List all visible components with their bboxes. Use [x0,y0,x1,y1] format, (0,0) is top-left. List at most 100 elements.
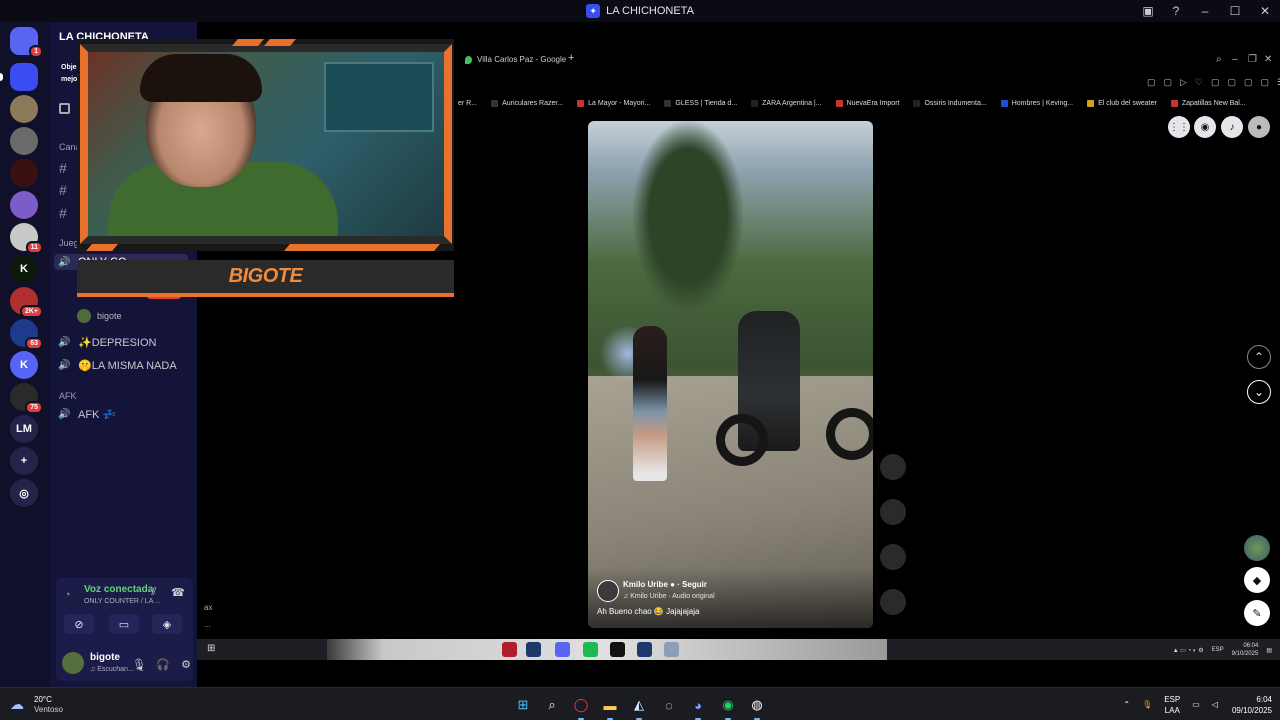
hash-icon[interactable]: # [59,205,67,221]
browser-toolbar-icons: ▢▢▷♡▢▢▢▢☰ [1147,77,1280,87]
headphones-icon[interactable]: 🎧 [155,656,171,672]
hash-icon[interactable]: # [59,160,67,176]
search-icon[interactable]: ⌕ [542,695,562,715]
maximize-button[interactable]: ☐ [1220,0,1250,22]
server-server-6[interactable] [10,191,38,219]
more-button[interactable] [880,589,906,615]
category-afk[interactable]: AFK [59,391,77,401]
browser-tab[interactable]: Villa Carlos Paz - Google [477,55,566,64]
server-server-10[interactable]: 63 [10,319,43,350]
bookmark-item[interactable]: NuevaEra Import [835,99,899,107]
server-server-5[interactable] [10,159,38,187]
bell-icon[interactable]: ♪ [1221,116,1243,138]
app-icon[interactable]: ◌ [659,695,679,715]
voice-channel-afk[interactable]: 🔊 AFK 💤 [58,408,116,421]
apps-icon[interactable]: ⋮⋮ [1168,116,1190,138]
close-button[interactable]: ✕ [1250,0,1280,22]
user-name[interactable]: bigote [90,652,120,663]
signal-icon[interactable]: ◔ [64,589,71,601]
compose-icon[interactable]: ✎ [1244,600,1270,626]
shared-screen-clock: 06:04 9/10/2025 [1232,642,1259,658]
obs-icon[interactable]: ◍ [747,695,767,720]
server-server-12[interactable]: 75 [10,383,43,414]
server-server-11[interactable]: K [10,351,38,379]
bookmark-item[interactable]: ZARA Argentina |... [751,99,822,107]
inbox-icon[interactable]: ▣ [1134,0,1162,22]
help-icon[interactable]: ? [1162,0,1190,22]
category-games[interactable]: Jueg [59,238,79,248]
bookmark-item[interactable]: Hombres | Keving... [1000,99,1073,107]
voice-channel-depresion[interactable]: 🔊 ✨DEPRESION [58,336,157,349]
new-tab-icon[interactable]: + [568,52,574,64]
weather-icon[interactable]: ☁ [10,696,24,713]
calendar-icon[interactable] [59,103,70,114]
avatar[interactable] [62,652,84,674]
avatar [77,309,91,323]
discord-icon[interactable]: ◕ [688,695,708,720]
opera-icon[interactable]: ◯ [571,695,591,720]
spotify-icon[interactable]: ◉ [718,695,738,720]
server-server-4[interactable] [10,127,38,155]
bookmark-item[interactable]: Auriculares Razer... [491,99,563,107]
camera-off-icon[interactable]: ⊘ [64,614,94,634]
steam-icon[interactable]: ◭ [629,695,649,720]
server-add-server[interactable]: + [10,447,38,475]
reel-author[interactable]: Kmilo Uribe ● · Seguir [623,580,707,589]
avatar[interactable]: ● [1248,116,1270,138]
restore-icon[interactable]: ❐ [1248,54,1257,65]
avatar[interactable] [597,580,619,602]
taskbar-clock[interactable]: 6:04 09/10/2025 [1232,694,1272,716]
voice-user[interactable]: bigote [77,309,122,323]
groups-icon[interactable]: ◆ [1244,567,1270,593]
network-icon[interactable]: ▭ [1192,700,1200,709]
bookmark-item[interactable]: Ossiris Indumenta... [913,99,987,107]
voice-channel-la-misma-nada[interactable]: 🔊 🤫LA MISMA NADA [58,359,177,372]
favicon-icon [1170,99,1178,107]
bookmark-item[interactable]: GLESS | Tienda d... [664,99,737,107]
like-button[interactable] [880,454,906,480]
file-explorer-icon[interactable]: ▬ [600,695,620,720]
chevron-down-icon[interactable]: ⌄ [1247,380,1271,404]
server-server-3[interactable] [10,95,38,123]
weather-temperature[interactable]: 20°C [34,695,52,704]
blurb-line: Obje [61,64,77,71]
server-server-9[interactable]: 2K+ [10,287,43,318]
weather-description[interactable]: Ventoso [34,705,63,714]
reel-audio[interactable]: ♫ Kmilo Uribe · Audio original [623,593,715,600]
bookmark-item[interactable]: La Mayor - Mayori... [577,99,650,107]
disconnect-icon[interactable]: ☎ [169,583,187,601]
clock-time: 06:04 [1243,643,1259,649]
server-discord-home[interactable]: 1 [10,27,43,58]
minimize-icon[interactable]: – [1232,54,1238,65]
avatar[interactable] [1244,535,1270,561]
chevron-up-icon[interactable]: ⌃ [1123,700,1130,709]
favicon-icon [751,99,759,107]
screen-share-icon[interactable]: ▭ [109,614,139,634]
server-discover[interactable]: ◎ [10,479,38,507]
server-server-kick[interactable]: K [10,255,38,283]
server-chichoneta[interactable] [0,63,38,91]
hash-icon[interactable]: # [59,182,67,198]
settings-icon[interactable]: ⚙ [178,656,194,672]
chevron-up-icon[interactable]: ⌃ [1247,345,1271,369]
share-button[interactable] [880,544,906,570]
search-icon[interactable]: ⌕ [1216,54,1222,65]
comment-button[interactable] [880,499,906,525]
mic-icon[interactable]: 🎙 [131,656,147,672]
bookmark-item[interactable]: Zapatillas New Bal... [1170,99,1246,107]
noise-suppression-icon[interactable]: ⫽ [145,583,163,601]
stray-text: ... [204,620,211,629]
volume-icon[interactable]: ◁ [1212,700,1218,709]
close-icon[interactable]: ✕ [1264,54,1272,65]
windows-start-icon[interactable]: ⊞ [513,695,533,715]
server-blurb: Obje mejo [61,62,77,86]
minimize-button[interactable]: – [1190,0,1220,22]
activity-icon[interactable]: ◈ [152,614,182,634]
reel-video[interactable]: Kmilo Uribe ● · Seguir ♫ Kmilo Uribe · A… [588,121,873,628]
server-server-7[interactable]: 11 [10,223,43,254]
bookmark-item[interactable]: El club del sweater [1087,99,1157,107]
language-indicator[interactable]: ESP LAA [1164,694,1180,716]
messenger-icon[interactable]: ◉ [1194,116,1216,138]
server-server-lm[interactable]: LM [10,415,38,443]
mic-icon[interactable]: 🎙 [1142,700,1152,709]
